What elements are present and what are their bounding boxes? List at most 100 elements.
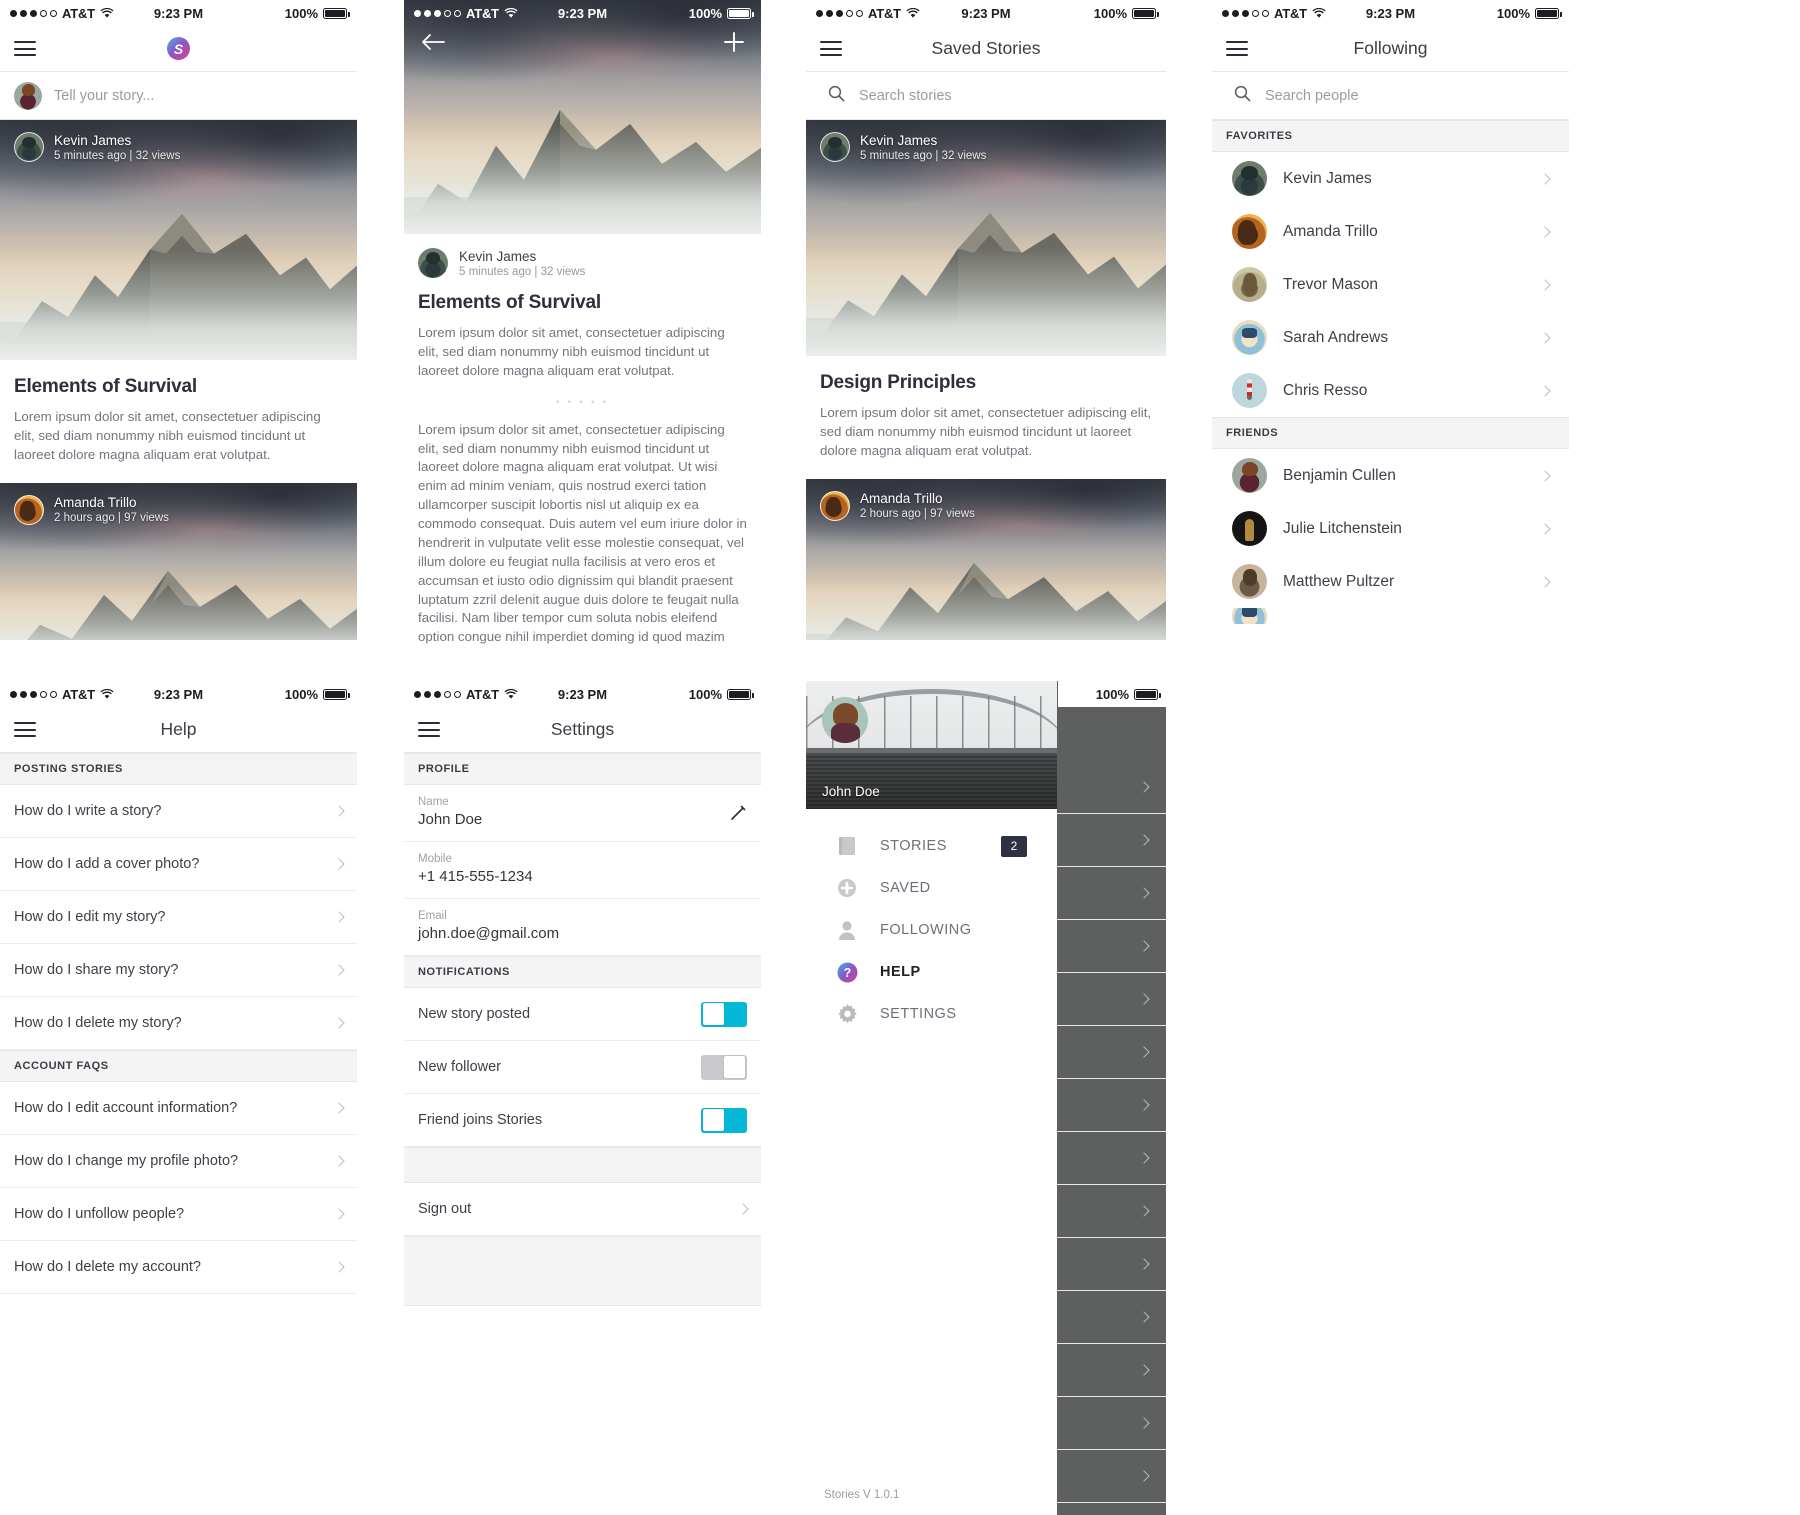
person-row-julie-litchenstein[interactable]: Julie Litchenstein [1212, 502, 1569, 555]
compose-story-row[interactable]: Tell your story... [0, 72, 357, 120]
saved-post-cover-photo[interactable]: Kevin James 5 minutes ago | 32 views [806, 120, 1166, 356]
section-header-posting-stories: POSTING STORIES [0, 753, 357, 785]
person-row-sarah-andrews[interactable]: Sarah Andrews [1212, 311, 1569, 364]
list-item [1056, 1397, 1166, 1450]
post-author-name: Kevin James [54, 132, 132, 148]
list-item [1056, 1079, 1166, 1132]
feed-post-cover-photo-2[interactable]: Amanda Trillo 2 hours ago | 97 views [0, 482, 357, 640]
screen-feed: AT&T 9:23 PM 100% S Tell your story... K… [0, 0, 357, 640]
drawer-item-help[interactable]: ? HELP [806, 951, 1057, 993]
page-title: Settings [550, 719, 615, 739]
toggle-label: Friend joins Stories [418, 1112, 543, 1128]
person-row-partial[interactable] [1212, 608, 1569, 624]
help-item-add-cover-photo[interactable]: How do I add a cover photo? [0, 838, 357, 891]
person-row-matthew-pultzer[interactable]: Matthew Pultzer [1212, 555, 1569, 608]
help-navbar: Help [0, 707, 357, 753]
chevron-right-icon [333, 805, 345, 817]
drawer-item-stories[interactable]: STORIES 2 [806, 825, 1057, 867]
menu-icon[interactable] [820, 41, 842, 56]
help-item-edit-story[interactable]: How do I edit my story? [0, 891, 357, 944]
feed-post-cover-photo[interactable]: Kevin James 5 minutes ago | 32 views [0, 120, 357, 360]
settings-field-name[interactable]: Name John Doe [404, 785, 761, 842]
add-story-button[interactable] [723, 31, 745, 58]
help-item-write-story[interactable]: How do I write a story? [0, 785, 357, 838]
saved-post-cover-photo-2[interactable]: Amanda Trillo 2 hours ago | 97 views [806, 478, 1166, 640]
chevron-right-icon [1539, 225, 1551, 238]
help-item-unfollow-people[interactable]: How do I unfollow people? [0, 1188, 357, 1241]
section-header-notifications: NOTIFICATIONS [404, 956, 761, 988]
person-row-benjamin-cullen[interactable]: Benjamin Cullen [1212, 449, 1569, 502]
search-people-row[interactable]: Search people [1212, 72, 1569, 120]
person-row-trevor-mason[interactable]: Trevor Mason [1212, 258, 1569, 311]
person-row-amanda-trillo[interactable]: Amanda Trillo [1212, 205, 1569, 258]
clock-label: 9:23 PM [153, 686, 204, 702]
chevron-right-icon [1539, 384, 1551, 397]
toggle-switch-friend-joins-stories[interactable] [701, 1107, 747, 1133]
back-button[interactable] [420, 32, 446, 57]
person-name: Kevin James [1283, 169, 1372, 187]
avatar [1232, 267, 1267, 302]
drawer-item-following[interactable]: FOLLOWING [806, 909, 1057, 951]
sign-out-row[interactable]: Sign out [404, 1183, 761, 1236]
chevron-right-icon [333, 911, 345, 923]
person-icon [836, 919, 858, 941]
status-bar: AT&T 9:23 PM 100% [404, 0, 761, 26]
help-item-label: How do I edit my story? [14, 909, 166, 925]
feed-post-body: Elements of Survival Lorem ipsum dolor s… [0, 360, 357, 483]
avatar [820, 132, 850, 162]
help-item-delete-account[interactable]: How do I delete my account? [0, 1241, 357, 1294]
help-item-change-profile-photo[interactable]: How do I change my profile photo? [0, 1135, 357, 1188]
menu-icon[interactable] [14, 41, 36, 56]
help-item-edit-account-info[interactable]: How do I edit account information? [0, 1082, 357, 1135]
drawer-item-label: SAVED [880, 880, 931, 896]
avatar[interactable] [822, 697, 868, 743]
field-value: +1 415-555-1234 [418, 868, 533, 885]
battery-icon [727, 7, 754, 19]
help-item-label: How do I delete my story? [14, 1015, 182, 1031]
help-item-delete-story[interactable]: How do I delete my story? [0, 997, 357, 1050]
person-name: Trevor Mason [1283, 275, 1379, 293]
menu-icon[interactable] [1226, 41, 1248, 56]
chevron-right-icon [333, 1017, 345, 1029]
toggle-row-new-follower[interactable]: New follower [404, 1041, 761, 1094]
search-stories-row[interactable]: Search stories [806, 72, 1166, 120]
pencil-icon[interactable] [729, 804, 747, 822]
search-placeholder: Search stories [859, 87, 952, 104]
person-row-kevin-james[interactable]: Kevin James [1212, 152, 1569, 205]
toggle-switch-new-follower[interactable] [701, 1054, 747, 1080]
toggle-row-new-story-posted[interactable]: New story posted [404, 988, 761, 1041]
post-author-block: Kevin James 5 minutes ago | 32 views [14, 132, 180, 162]
person-row-chris-resso[interactable]: Chris Resso [1212, 364, 1569, 417]
menu-icon[interactable] [14, 722, 36, 737]
avatar [1232, 511, 1267, 546]
field-value: john.doe@gmail.com [418, 925, 560, 942]
status-bar: AT&T 9:23 PM 100% [0, 681, 357, 707]
list-item [1056, 1238, 1166, 1291]
chevron-right-icon [1138, 993, 1150, 1005]
menu-icon[interactable] [418, 722, 440, 737]
story-lead: Lorem ipsum dolor sit amet, consectetuer… [418, 325, 725, 378]
settings-field-email[interactable]: Email john.doe@gmail.com [404, 899, 761, 956]
battery-icon [1134, 688, 1161, 700]
section-header-profile: PROFILE [404, 753, 761, 785]
battery-icon [1132, 7, 1159, 19]
drawer-profile-hero[interactable]: John Doe [806, 681, 1057, 809]
list-item [1056, 1026, 1166, 1079]
toggle-row-friend-joins-stories[interactable]: Friend joins Stories [404, 1094, 761, 1147]
drawer-item-settings[interactable]: SETTINGS [806, 993, 1057, 1035]
post-meta: 2 hours ago | 97 views [54, 512, 169, 525]
settings-field-mobile[interactable]: Mobile +1 415-555-1234 [404, 842, 761, 899]
person-name: Chris Resso [1283, 381, 1368, 399]
field-label: Email [418, 910, 447, 922]
drawer-item-label: SETTINGS [880, 1006, 957, 1022]
drawer-item-saved[interactable]: SAVED [806, 867, 1057, 909]
battery-icon [323, 7, 350, 19]
field-label: Mobile [418, 853, 452, 865]
story-author-name: Kevin James [459, 248, 537, 264]
screen-story-detail: AT&T 9:23 PM 100% Kevin James 5 minutes [404, 0, 761, 648]
help-item-label: How do I delete my account? [14, 1259, 201, 1275]
toggle-switch-new-story-posted[interactable] [701, 1001, 747, 1027]
help-item-share-story[interactable]: How do I share my story? [0, 944, 357, 997]
avatar [1232, 608, 1267, 624]
status-bar: AT&T 9:23 PM 100% [0, 0, 357, 26]
